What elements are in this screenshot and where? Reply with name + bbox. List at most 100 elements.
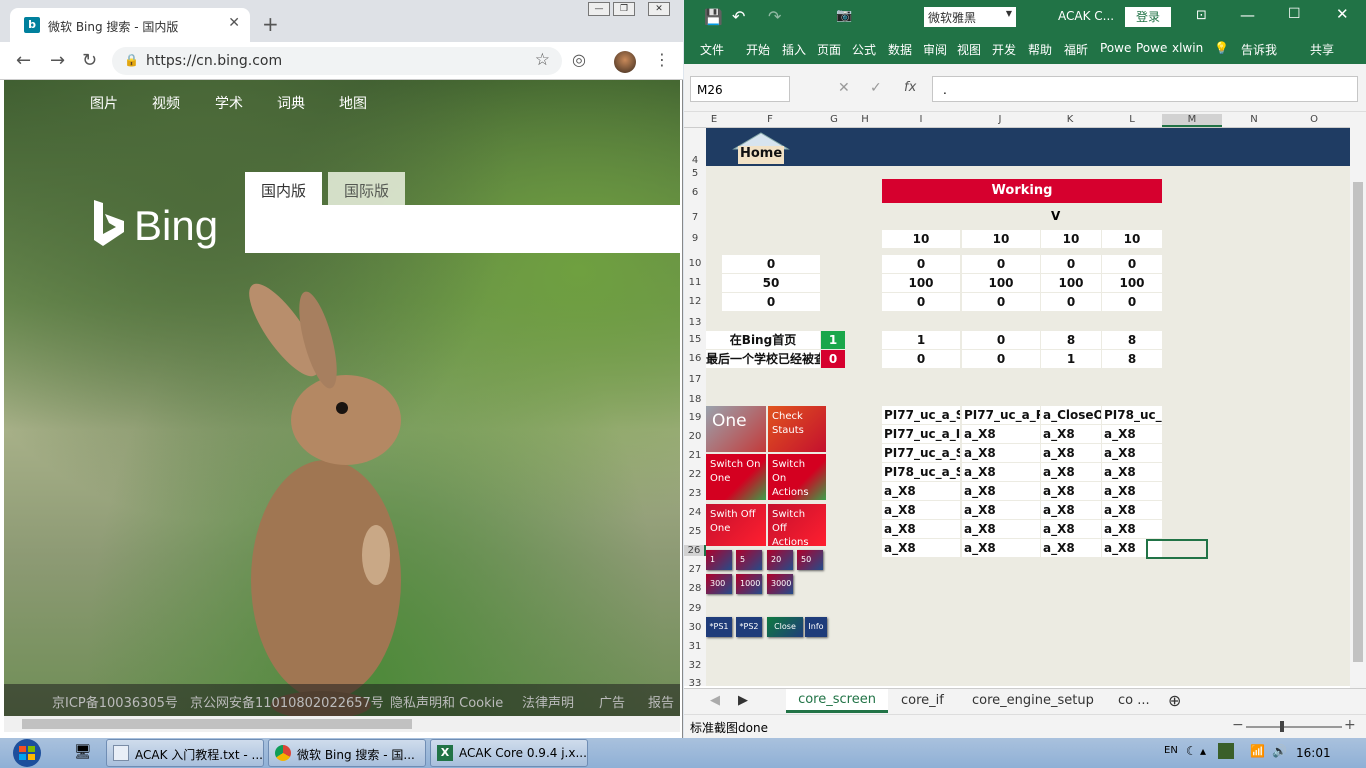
table-cell[interactable]: a_X8 bbox=[962, 444, 1040, 462]
row-header-12[interactable]: 12 bbox=[684, 296, 706, 307]
cell-row12[interactable]: 0 bbox=[882, 293, 960, 311]
flag-row16[interactable]: 0 bbox=[821, 350, 845, 368]
cell-row10-f[interactable]: 0 bbox=[722, 255, 820, 273]
column-header-n[interactable]: N bbox=[1246, 114, 1262, 125]
tray-arrow-icon[interactable]: ▴ bbox=[1200, 744, 1206, 758]
row-header-29[interactable]: 29 bbox=[684, 603, 706, 614]
insert-function-icon[interactable]: fx bbox=[904, 80, 916, 95]
table-cell[interactable]: a_CloseOr bbox=[1041, 406, 1101, 424]
table-cell[interactable]: a_X8 bbox=[882, 482, 960, 500]
cell-row9[interactable]: 10 bbox=[1041, 230, 1101, 248]
ribbon-display-icon[interactable]: ⊡ bbox=[1196, 8, 1207, 23]
row-header-11[interactable]: 11 bbox=[684, 277, 706, 288]
switch-on-actions-button[interactable]: Switch On Actions bbox=[768, 454, 826, 500]
show-desktop-icon[interactable]: 🖥 bbox=[74, 744, 92, 760]
row-header-21[interactable]: 21 bbox=[684, 450, 706, 461]
name-box[interactable]: M26 bbox=[690, 76, 790, 102]
menu-dots-icon[interactable]: ⋮ bbox=[654, 50, 670, 69]
one-tile-button[interactable]: One bbox=[706, 406, 766, 452]
row-header-4[interactable]: 4 bbox=[684, 155, 706, 166]
forward-arrow-icon[interactable]: → bbox=[50, 50, 65, 71]
start-button[interactable] bbox=[6, 738, 48, 768]
clock[interactable]: 16:01 bbox=[1296, 746, 1331, 760]
cell-row9[interactable]: 10 bbox=[882, 230, 960, 248]
minimize-button[interactable]: — bbox=[1240, 6, 1255, 24]
column-header-o[interactable]: O bbox=[1306, 114, 1322, 125]
cell-row15[interactable]: 8 bbox=[1041, 331, 1101, 349]
table-cell[interactable]: PI77_uc_a_Inp bbox=[882, 425, 960, 443]
cell-row10[interactable]: 0 bbox=[1102, 255, 1162, 273]
switch-off-one-button[interactable]: Swith Off One bbox=[706, 504, 766, 546]
bing-search-input[interactable] bbox=[245, 205, 680, 253]
check-status-button[interactable]: Check Stauts bbox=[768, 406, 826, 452]
table-cell[interactable]: a_X8 bbox=[1102, 444, 1162, 462]
bing-nav-images[interactable]: 图片 bbox=[90, 93, 118, 113]
ps1-button[interactable]: *PS1 bbox=[706, 617, 732, 637]
back-arrow-icon[interactable]: ← bbox=[16, 50, 31, 71]
ribbon-tab-xlwings[interactable]: xlwin bbox=[1172, 41, 1203, 55]
sheet-tab-core-engine-setup[interactable]: core_engine_setup bbox=[972, 693, 1094, 708]
table-cell[interactable]: a_X8 bbox=[882, 520, 960, 538]
table-cell[interactable]: a_X8 bbox=[1102, 501, 1162, 519]
new-tab-button[interactable]: + bbox=[262, 12, 279, 36]
row-header-32[interactable]: 32 bbox=[684, 660, 706, 671]
cell-row9[interactable]: 10 bbox=[962, 230, 1040, 248]
ribbon-tab-help[interactable]: 帮助 bbox=[1028, 41, 1052, 58]
ribbon-tab-review[interactable]: 审阅 bbox=[923, 41, 947, 58]
row-header-19[interactable]: 19 bbox=[684, 412, 706, 423]
cell-row16[interactable]: 1 bbox=[1041, 350, 1101, 368]
cell-row9[interactable]: 10 bbox=[1102, 230, 1162, 248]
minimize-button[interactable]: — bbox=[588, 2, 610, 16]
cell-row15[interactable]: 1 bbox=[882, 331, 960, 349]
close-window-button[interactable]: ✕ bbox=[1336, 5, 1349, 23]
network-icon[interactable]: 📶 bbox=[1250, 744, 1265, 758]
tell-me-search[interactable]: 告诉我 bbox=[1241, 41, 1277, 58]
tab-close-icon[interactable]: ✕ bbox=[228, 15, 240, 31]
row-header-10[interactable]: 10 bbox=[684, 258, 706, 269]
cell-row10[interactable]: 0 bbox=[962, 255, 1040, 273]
ps2-button[interactable]: *PS2 bbox=[736, 617, 762, 637]
volume-icon[interactable]: 🔊 bbox=[1272, 744, 1287, 758]
sheet-tab-core-if[interactable]: core_if bbox=[901, 693, 944, 708]
column-header-h[interactable]: H bbox=[857, 114, 873, 125]
url-text[interactable]: https://cn.bing.com bbox=[146, 53, 282, 69]
zoom-out-icon[interactable]: − bbox=[1232, 717, 1244, 733]
table-cell[interactable]: PI77_uc_a_Sh bbox=[882, 406, 960, 424]
table-cell[interactable]: a_X8 bbox=[1041, 520, 1101, 538]
close-window-button[interactable]: ✕ bbox=[648, 2, 670, 16]
footer-legal[interactable]: 法律声明 bbox=[522, 692, 574, 711]
ime-moon-icon[interactable]: ☾ bbox=[1186, 744, 1197, 758]
address-bar[interactable]: 🔒 https://cn.bing.com ☆ bbox=[112, 47, 562, 75]
table-cell[interactable]: a_X8 bbox=[1102, 425, 1162, 443]
ribbon-tab-power1[interactable]: Powe bbox=[1100, 41, 1131, 55]
tray-app-icon[interactable] bbox=[1218, 743, 1234, 759]
ribbon-tab-formulas[interactable]: 公式 bbox=[852, 41, 876, 58]
camera-icon[interactable]: 📷 bbox=[836, 8, 852, 23]
cell-row16[interactable]: 0 bbox=[962, 350, 1040, 368]
cell-row10[interactable]: 0 bbox=[1041, 255, 1101, 273]
interval-1000-button[interactable]: 1000 bbox=[736, 574, 762, 594]
cell-row12[interactable]: 0 bbox=[1102, 293, 1162, 311]
cell-row11[interactable]: 100 bbox=[962, 274, 1040, 292]
table-cell[interactable]: a_X8 bbox=[1041, 444, 1101, 462]
row-header-26[interactable]: 26 bbox=[684, 545, 706, 556]
ribbon-tab-insert[interactable]: 插入 bbox=[782, 41, 806, 58]
table-cell[interactable]: PI77_uc_a_Se bbox=[882, 444, 960, 462]
font-name-select[interactable]: 微软雅黑 ▼ bbox=[924, 7, 1016, 27]
table-cell[interactable]: a_X8 bbox=[1041, 425, 1101, 443]
ribbon-tab-foxit[interactable]: 福昕 bbox=[1064, 41, 1088, 58]
ribbon-tab-developer[interactable]: 开发 bbox=[992, 41, 1016, 58]
cell-row15[interactable]: 8 bbox=[1102, 331, 1162, 349]
close-button[interactable]: Close bbox=[767, 617, 803, 637]
zoom-in-icon[interactable]: + bbox=[1344, 717, 1356, 733]
column-header-f[interactable]: F bbox=[762, 114, 778, 125]
table-cell[interactable]: a_X8 bbox=[962, 482, 1040, 500]
row-header-16[interactable]: 16 bbox=[684, 353, 706, 364]
footer-privacy[interactable]: 隐私声明和 Cookie bbox=[390, 692, 503, 711]
table-cell[interactable]: a_X8 bbox=[1102, 520, 1162, 538]
table-cell[interactable]: a_X8 bbox=[962, 425, 1040, 443]
bing-nav-dictionary[interactable]: 词典 bbox=[277, 93, 305, 113]
vertical-scrollbar[interactable] bbox=[1350, 112, 1366, 688]
switch-on-one-button[interactable]: Switch On One bbox=[706, 454, 766, 500]
add-sheet-icon[interactable]: ⊕ bbox=[1168, 691, 1181, 710]
